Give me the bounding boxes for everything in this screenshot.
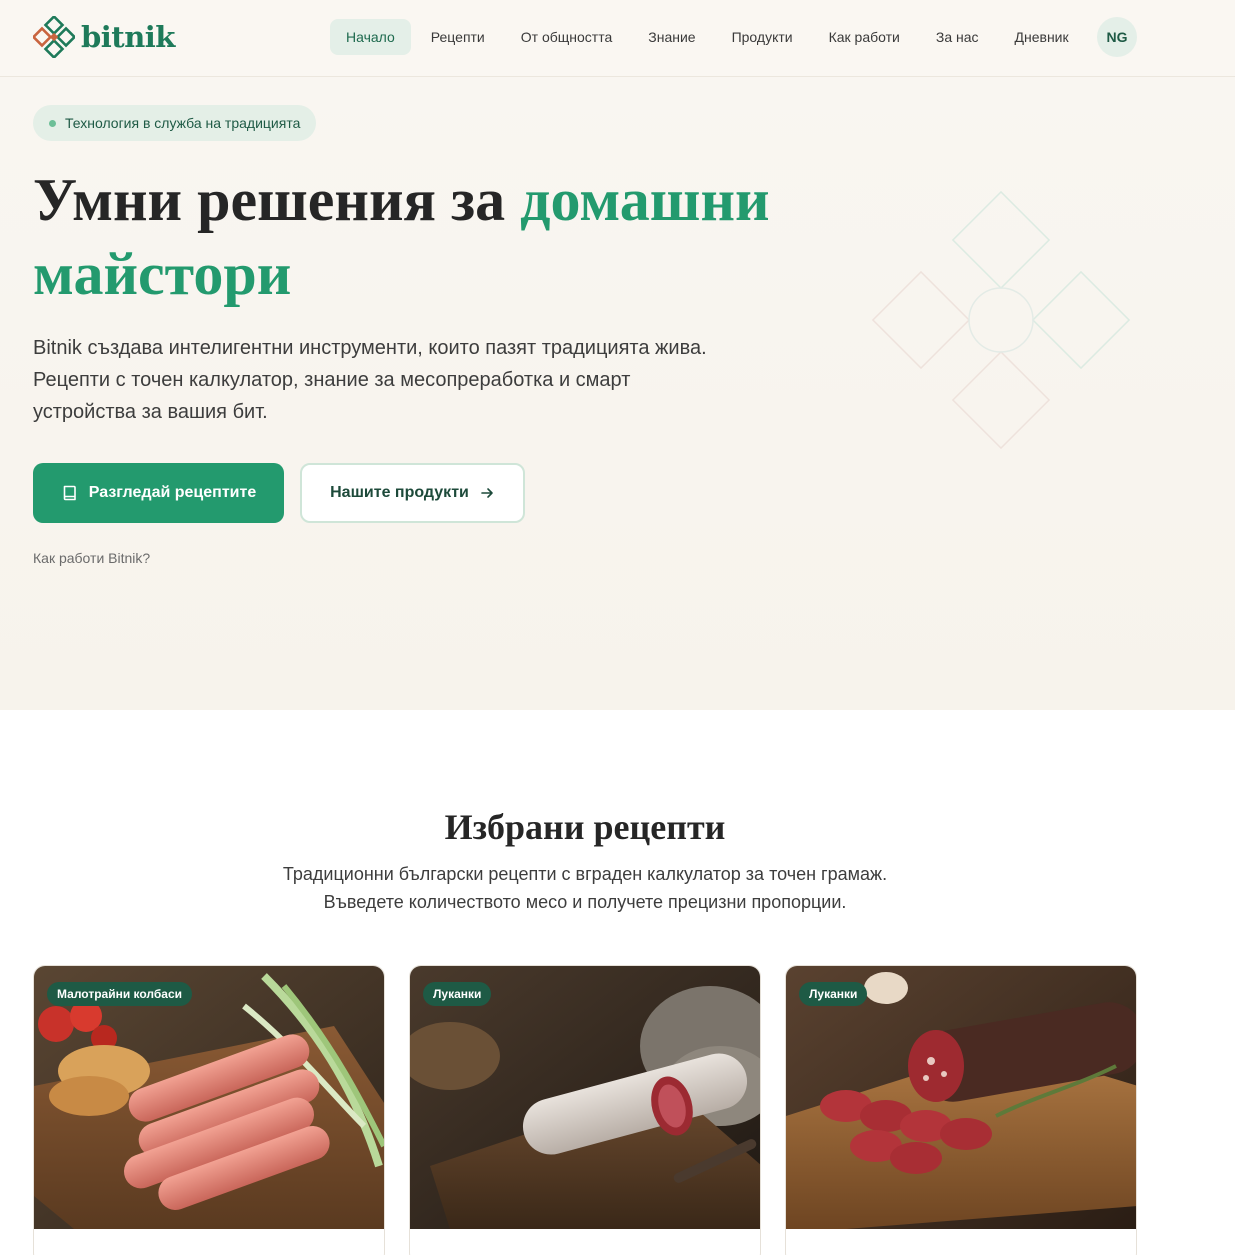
hero-badge-text: Технология в служба на традицията — [65, 115, 301, 131]
how-it-works-link[interactable]: Как работи Bitnik? — [33, 550, 150, 566]
nav-item-about[interactable]: За нас — [920, 19, 995, 55]
recipes-section-title: Избрани рецепти — [444, 807, 726, 847]
browse-recipes-label: Разгледай рецептите — [88, 484, 257, 501]
logo-diamond-icon — [33, 16, 75, 58]
badge-dot-icon — [49, 119, 56, 127]
nav-item-knowledge[interactable]: Знание — [632, 19, 711, 55]
user-avatar[interactable]: NG — [1097, 17, 1137, 57]
our-products-button[interactable]: Нашите продукти — [300, 463, 525, 523]
nav-item-community[interactable]: От общността — [505, 19, 629, 55]
decorative-ornament-icon — [871, 190, 1131, 450]
nav-item-recipes[interactable]: Рецепти — [415, 19, 501, 55]
nav-item-home[interactable]: Начало — [330, 19, 411, 55]
hero-title: Умни решения за домашни майстори — [33, 163, 833, 311]
recipe-category-tag: Малотрайни колбаси — [47, 982, 193, 1006]
browse-recipes-button[interactable]: Разгледай рецептите — [33, 463, 284, 523]
nav-item-how-it-works[interactable]: Как работи — [813, 19, 916, 55]
recipe-category-tag: Луканки — [423, 982, 492, 1006]
hero-badge: Технология в служба на традицията — [33, 105, 317, 141]
recipe-card[interactable]: Луканки — [409, 965, 761, 1255]
hero-title-plain: Умни решения за — [33, 167, 521, 233]
recipes-subtitle-line-2: Въведете количеството месо и получете пр… — [323, 892, 847, 912]
recipe-category-tag: Луканки — [799, 982, 868, 1006]
hero-section: Технология в служба на традицията Умни р… — [0, 77, 1235, 710]
recipes-section-subtitle: Традиционни български рецепти с вграден … — [0, 860, 1170, 916]
brand-name: bitnik — [81, 20, 175, 54]
our-products-label: Нашите продукти — [330, 484, 469, 501]
brand-logo[interactable]: bitnik — [33, 15, 175, 59]
nav-item-products[interactable]: Продукти — [716, 19, 809, 55]
nav-item-journal[interactable]: Дневник — [999, 19, 1085, 55]
recipe-card[interactable]: Малотрайни колбаси — [33, 965, 385, 1255]
main-nav: Начало Рецепти От общността Знание Проду… — [330, 19, 1089, 55]
arrow-right-icon — [481, 488, 493, 498]
hero-description: Bitnik създава интелигентни инструменти,… — [33, 337, 707, 423]
recipes-subtitle-line-1: Традиционни български рецепти с вграден … — [282, 864, 888, 884]
book-icon — [63, 485, 76, 501]
site-header: bitnik Начало Рецепти От общността Знани… — [0, 0, 1235, 77]
recipe-card[interactable]: Луканки — [785, 965, 1137, 1255]
